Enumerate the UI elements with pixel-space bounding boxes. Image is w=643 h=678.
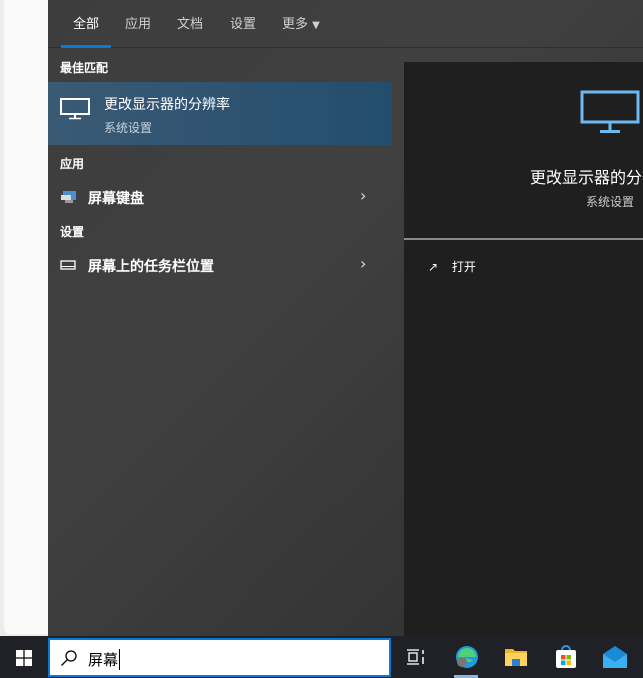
active-tab-indicator: [61, 45, 111, 48]
caret-down-icon: ▼: [312, 20, 320, 31]
settings-item-label: 屏幕上的任务栏位置: [88, 259, 214, 275]
search-icon: [61, 650, 77, 666]
chevron-right-icon[interactable]: ›: [360, 186, 366, 205]
preview-subtitle: 系统设置: [586, 195, 635, 209]
section-best-match: 最佳匹配: [60, 61, 109, 75]
background-window: [0, 0, 48, 636]
monitor-icon: [60, 98, 90, 120]
store-icon: [556, 645, 576, 668]
tab-more-label: 更多: [282, 17, 309, 32]
section-apps: 应用: [60, 157, 85, 171]
tab-documents[interactable]: 文档: [177, 13, 203, 32]
best-match-subtitle: 系统设置: [104, 121, 153, 135]
mail-button[interactable]: [596, 636, 636, 678]
chevron-right-icon[interactable]: ›: [360, 254, 366, 273]
edge-button[interactable]: [446, 636, 486, 678]
best-match-item[interactable]: 更改显示器的分辨率 系统设置: [48, 82, 392, 145]
search-input[interactable]: 屏幕: [48, 638, 391, 677]
section-settings: 设置: [60, 225, 85, 239]
tab-settings[interactable]: 设置: [230, 13, 256, 32]
search-panel: 全部 应用 文档 设置 更多 ▼ 最佳匹配 更改显示器的分辨率 系统设置 应用 …: [48, 0, 643, 636]
edge-icon: [456, 646, 478, 668]
windows-icon: [16, 650, 32, 666]
preview-pane: 更改显示器的分辨率 系统设置 ↗ 打开: [404, 62, 643, 636]
file-explorer-button[interactable]: [496, 636, 536, 678]
divider: [404, 238, 643, 240]
task-view-button[interactable]: [396, 636, 436, 678]
tab-apps[interactable]: 应用: [125, 13, 151, 32]
taskbar-icon: [60, 260, 76, 270]
start-button[interactable]: [4, 636, 44, 678]
tab-more[interactable]: 更多 ▼: [282, 13, 320, 32]
task-view-icon: [407, 649, 424, 665]
app-item-on-screen-keyboard[interactable]: 屏幕键盘 ›: [48, 180, 392, 214]
tab-all[interactable]: 全部: [73, 13, 99, 32]
settings-item-taskbar-position[interactable]: 屏幕上的任务栏位置 ›: [48, 248, 392, 282]
app-item-label: 屏幕键盘: [88, 191, 144, 207]
mail-icon: [603, 646, 627, 668]
taskbar: 屏幕: [0, 636, 643, 678]
open-action[interactable]: ↗ 打开: [428, 258, 476, 275]
search-input-text: 屏幕: [88, 649, 121, 670]
filter-tabs: 全部 应用 文档 设置 更多 ▼: [48, 0, 643, 48]
keyboard-app-icon: [61, 191, 76, 203]
best-match-title: 更改显示器的分辨率: [104, 97, 230, 113]
open-label: 打开: [451, 260, 476, 274]
store-button[interactable]: [546, 636, 586, 678]
preview-title: 更改显示器的分辨率: [530, 168, 643, 187]
folder-icon: [505, 649, 527, 666]
monitor-large-icon: [580, 90, 640, 133]
open-external-icon: ↗: [428, 260, 439, 274]
